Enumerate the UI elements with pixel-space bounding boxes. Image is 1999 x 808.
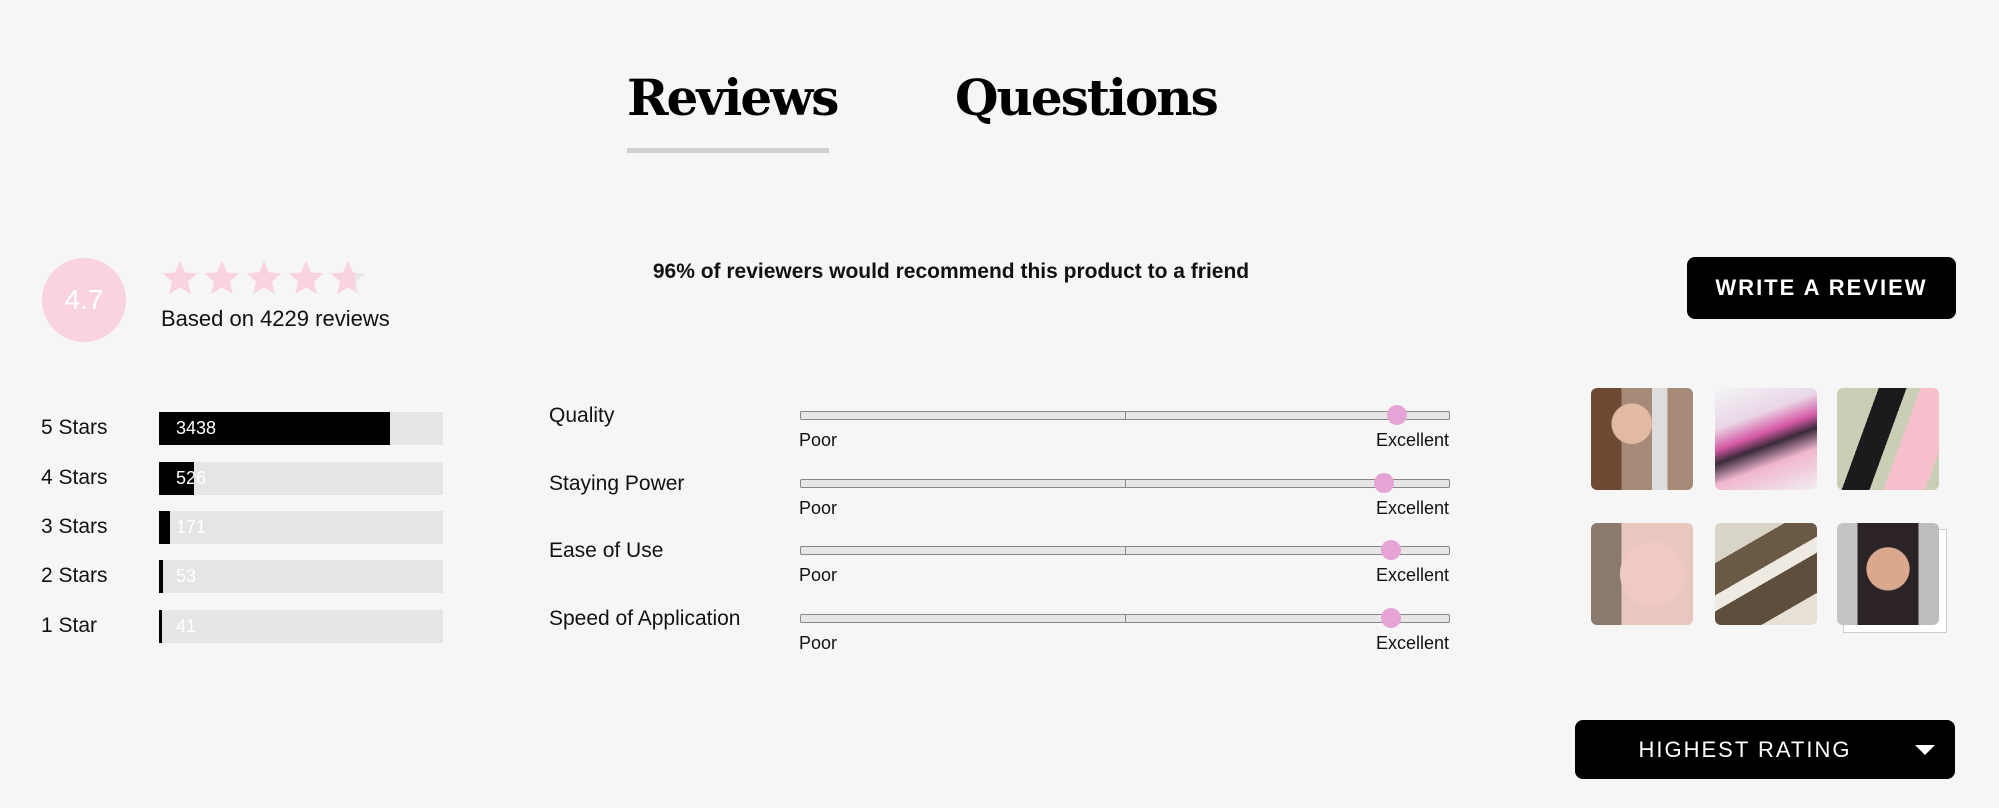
review-photo-brown-pens[interactable] — [1715, 523, 1817, 625]
slider-thumb — [1380, 608, 1401, 628]
histogram-bar: 171 — [159, 510, 443, 544]
characteristic-label: Quality — [549, 404, 615, 427]
min-label: Poor — [799, 565, 838, 585]
star-icon — [162, 260, 198, 294]
histogram-row[interactable]: 2 Stars 53 — [41, 559, 443, 593]
sort-selected: HIGHEST RATING — [1638, 736, 1852, 762]
characteristic-label: Staying Power — [549, 472, 685, 495]
characteristic-slider — [800, 473, 1450, 493]
histogram-label: 4 Stars — [41, 466, 108, 489]
star-icon — [330, 260, 366, 294]
histogram-row[interactable]: 5 Stars 3438 — [41, 411, 443, 445]
histogram-bar: 53 — [159, 559, 443, 593]
histogram-label: 1 Star — [41, 614, 98, 637]
tab-reviews[interactable]: Reviews — [627, 68, 839, 127]
slider-thumb — [1387, 405, 1408, 425]
active-tab-indicator — [627, 148, 829, 153]
histogram-fill — [159, 510, 171, 544]
characteristic-label: Ease of Use — [549, 539, 664, 562]
histogram-row[interactable]: 4 Stars 526 — [41, 461, 443, 495]
histogram-count: 53 — [176, 565, 197, 586]
characteristic-slider — [800, 405, 1450, 425]
characteristic-slider — [800, 540, 1450, 560]
histogram-bar: 526 — [159, 461, 443, 495]
histogram-count: 3438 — [176, 417, 217, 438]
write-review-button[interactable]: WRITE A REVIEW — [1687, 257, 1956, 319]
characteristic-slider — [800, 608, 1450, 628]
min-label: Poor — [799, 633, 838, 653]
recommend-text: 96% of reviewers would recommend this pr… — [652, 260, 1250, 283]
histogram-count: 41 — [176, 615, 197, 636]
review-photo-selfie[interactable] — [1591, 388, 1693, 490]
max-label: Excellent — [1375, 430, 1449, 450]
histogram-row[interactable]: 1 Star 41 — [41, 609, 443, 643]
min-label: Poor — [799, 430, 838, 450]
average-rating: 4.7 — [64, 284, 104, 315]
slider-midpoint — [1125, 615, 1126, 622]
star-icon — [288, 260, 324, 294]
sort-dropdown[interactable]: HIGHEST RATING — [1575, 720, 1955, 779]
histogram-bar: 3438 — [159, 411, 443, 445]
review-photo-products-pink[interactable] — [1715, 388, 1817, 490]
average-rating-badge: 4.7 — [42, 258, 126, 342]
histogram-label: 2 Stars — [41, 564, 108, 587]
slider-midpoint — [1125, 480, 1126, 487]
min-label: Poor — [799, 498, 838, 518]
histogram-row[interactable]: 3 Stars 171 — [41, 510, 443, 544]
slider-thumb — [1380, 540, 1401, 560]
slider-midpoint — [1125, 547, 1126, 554]
review-photo-eye-makeup[interactable] — [1591, 523, 1693, 625]
histogram-count: 526 — [176, 467, 207, 488]
tab-questions[interactable]: Questions — [955, 68, 1219, 127]
review-count: Based on 4229 reviews — [161, 306, 390, 331]
histogram-label: 5 Stars — [41, 416, 108, 439]
star-icon — [246, 260, 282, 294]
histogram-count: 171 — [176, 516, 207, 537]
max-label: Excellent — [1375, 498, 1449, 518]
histogram-bar: 41 — [159, 609, 443, 643]
histogram-label: 3 Stars — [41, 515, 108, 538]
max-label: Excellent — [1375, 565, 1449, 585]
characteristic-label: Speed of Application — [549, 607, 741, 630]
review-photo-smiling-woman[interactable] — [1837, 523, 1939, 625]
slider-midpoint — [1125, 412, 1126, 419]
slider-thumb — [1374, 473, 1395, 493]
review-photo-pens-box[interactable] — [1837, 388, 1939, 490]
star-rating — [160, 258, 368, 298]
caret-down-icon — [1915, 745, 1935, 755]
star-icon — [204, 260, 240, 294]
histogram-fill — [159, 559, 163, 593]
max-label: Excellent — [1375, 633, 1449, 653]
histogram-fill — [159, 609, 162, 643]
